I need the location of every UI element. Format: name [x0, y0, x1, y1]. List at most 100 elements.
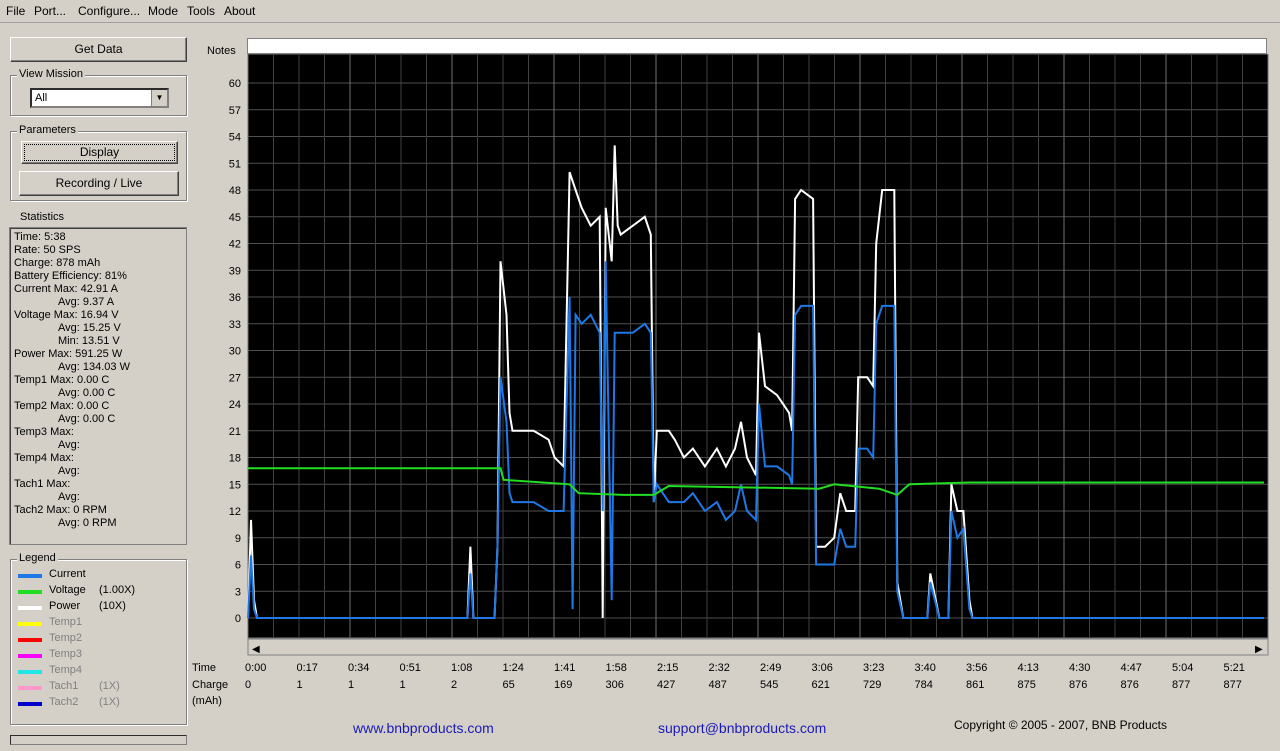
- website-link[interactable]: www.bnbproducts.com: [353, 720, 494, 736]
- menu-port[interactable]: Port...: [34, 4, 66, 18]
- menu-mode[interactable]: Mode: [148, 4, 178, 18]
- legend-scale: (1X): [99, 680, 120, 692]
- legend-label: Temp1: [49, 616, 83, 628]
- legend-item-tach2: Tach2 (1X): [18, 696, 178, 712]
- time-tick-label: 0:34: [348, 662, 370, 674]
- legend-label: Tach1: [49, 680, 79, 692]
- legend-label: Temp4: [49, 664, 83, 676]
- stat-rate: Rate: 50 SPS: [14, 244, 81, 256]
- chevron-down-icon[interactable]: ▼: [151, 90, 167, 106]
- y-tick-label: 24: [229, 399, 241, 411]
- charge-tick-label: 877: [1172, 679, 1191, 691]
- charge-tick-label: 545: [760, 679, 779, 691]
- horizontal-scrollbar[interactable]: ◀ ▶: [247, 638, 1269, 656]
- charge-tick-label: 876: [1069, 679, 1088, 691]
- support-link[interactable]: support@bnbproducts.com: [658, 720, 826, 736]
- legend-swatch: [18, 622, 42, 626]
- y-tick-label: 54: [229, 132, 241, 144]
- time-tick-label: 4:30: [1069, 662, 1091, 674]
- y-tick-label: 33: [229, 319, 241, 331]
- stat-charge: Charge: 878 mAh: [14, 257, 101, 269]
- legend-item-tach1: Tach1 (1X): [18, 680, 178, 696]
- time-tick-label: 3:56: [966, 662, 988, 674]
- charge-tick-label: 784: [914, 679, 933, 691]
- menu-configure[interactable]: Configure...: [78, 4, 140, 18]
- bottom-status-bar: [10, 735, 187, 745]
- legend-swatch: [18, 654, 42, 658]
- legend-item-power: Power (10X): [18, 600, 178, 616]
- legend-scale: (1.00X): [99, 584, 136, 596]
- stat-temp3-avg: Avg:: [58, 439, 80, 451]
- charge-axis-label: Charge: [192, 679, 229, 691]
- stat-temp1-max: Temp1 Max: 0.00 C: [14, 374, 110, 386]
- stat-temp3-max: Temp3 Max:: [14, 426, 74, 438]
- stat-power-max: Power Max: 591.25 W: [14, 348, 123, 360]
- charge-tick-label: 1: [399, 679, 406, 691]
- legend-swatch: [18, 574, 42, 578]
- menu-tools[interactable]: Tools: [187, 4, 215, 18]
- legend-item-current: Current: [18, 568, 178, 584]
- stat-power-avg: Avg: 134.03 W: [58, 361, 130, 373]
- y-tick-label: 60: [229, 78, 241, 90]
- mission-select[interactable]: All ▼: [30, 88, 169, 108]
- scroll-left-icon[interactable]: ◀: [252, 644, 260, 655]
- recording-live-button[interactable]: Recording / Live: [19, 171, 179, 196]
- time-tick-label: 1:41: [554, 662, 576, 674]
- view-mission-group: View Mission All ▼: [10, 68, 187, 116]
- legend-item-temp2: Temp2: [18, 632, 178, 648]
- charge-unit-label: (mAh): [192, 695, 222, 707]
- y-tick-label: 6: [235, 560, 241, 572]
- statistics-panel: Time: 5:38 Rate: 50 SPS Charge: 878 mAh …: [9, 227, 187, 545]
- copyright-text: Copyright © 2005 - 2007, BNB Products: [954, 718, 1167, 732]
- y-tick-label: 51: [229, 158, 241, 170]
- legend-swatch: [18, 702, 42, 706]
- time-tick-label: 0:17: [296, 662, 318, 674]
- stat-temp4-avg: Avg:: [58, 465, 80, 477]
- menu-about[interactable]: About: [224, 4, 255, 18]
- legend-item-temp1: Temp1: [18, 616, 178, 632]
- stat-temp4-max: Temp4 Max:: [14, 452, 74, 464]
- legend-label: Power: [49, 600, 81, 612]
- y-tick-label: 15: [229, 479, 241, 491]
- y-tick-label: 36: [229, 292, 241, 304]
- legend-item-temp4: Temp4: [18, 664, 178, 680]
- legend-swatch: [18, 606, 42, 610]
- y-tick-label: 57: [229, 105, 241, 117]
- scroll-right-icon[interactable]: ▶: [1255, 644, 1263, 655]
- get-data-button[interactable]: Get Data: [10, 37, 187, 62]
- time-tick-label: 0:51: [399, 662, 421, 674]
- legend-scale: (10X): [99, 600, 126, 612]
- time-tick-label: 1:24: [502, 662, 524, 674]
- legend-label: Tach2: [49, 696, 79, 708]
- y-axis-ticks: 03691215182124273033363942454851545760: [229, 78, 241, 625]
- chart-area: 03691215182124273033363942454851545760 ◀…: [229, 54, 1269, 656]
- stat-temp2-max: Temp2 Max: 0.00 C: [14, 400, 110, 412]
- charge-tick-label: 1: [348, 679, 355, 691]
- legend-item-temp3: Temp3: [18, 648, 178, 664]
- y-tick-label: 18: [229, 453, 241, 465]
- menu-file[interactable]: File: [6, 4, 25, 18]
- notes-input[interactable]: [247, 38, 1267, 54]
- time-tick-label: 2:15: [657, 662, 679, 674]
- y-tick-label: 3: [235, 586, 241, 598]
- legend-item-voltage: Voltage (1.00X): [18, 584, 178, 600]
- stat-tach1-avg: Avg:: [58, 491, 80, 503]
- menu-bar: File Port... Configure... Mode Tools Abo…: [0, 0, 1280, 23]
- mission-select-value: All: [35, 92, 48, 104]
- legend-label: Temp2: [49, 632, 83, 644]
- stat-current-max: Current Max: 42.91 A: [14, 283, 118, 295]
- stat-voltage-avg: Avg: 15.25 V: [58, 322, 121, 334]
- y-tick-label: 30: [229, 346, 241, 358]
- charge-tick-label: 621: [811, 679, 830, 691]
- charge-tick-label: 729: [863, 679, 882, 691]
- time-tick-label: 3:40: [914, 662, 936, 674]
- time-tick-label: 5:21: [1223, 662, 1245, 674]
- charge-tick-label: 0: [245, 679, 252, 691]
- legend-label: Temp3: [49, 648, 83, 660]
- display-button[interactable]: Display: [21, 141, 178, 164]
- charge-tick-label: 876: [1120, 679, 1139, 691]
- legend-swatch: [18, 638, 42, 642]
- charge-tick-label: 169: [554, 679, 573, 691]
- charge-tick-label: 306: [605, 679, 624, 691]
- charge-tick-label: 2: [451, 679, 458, 691]
